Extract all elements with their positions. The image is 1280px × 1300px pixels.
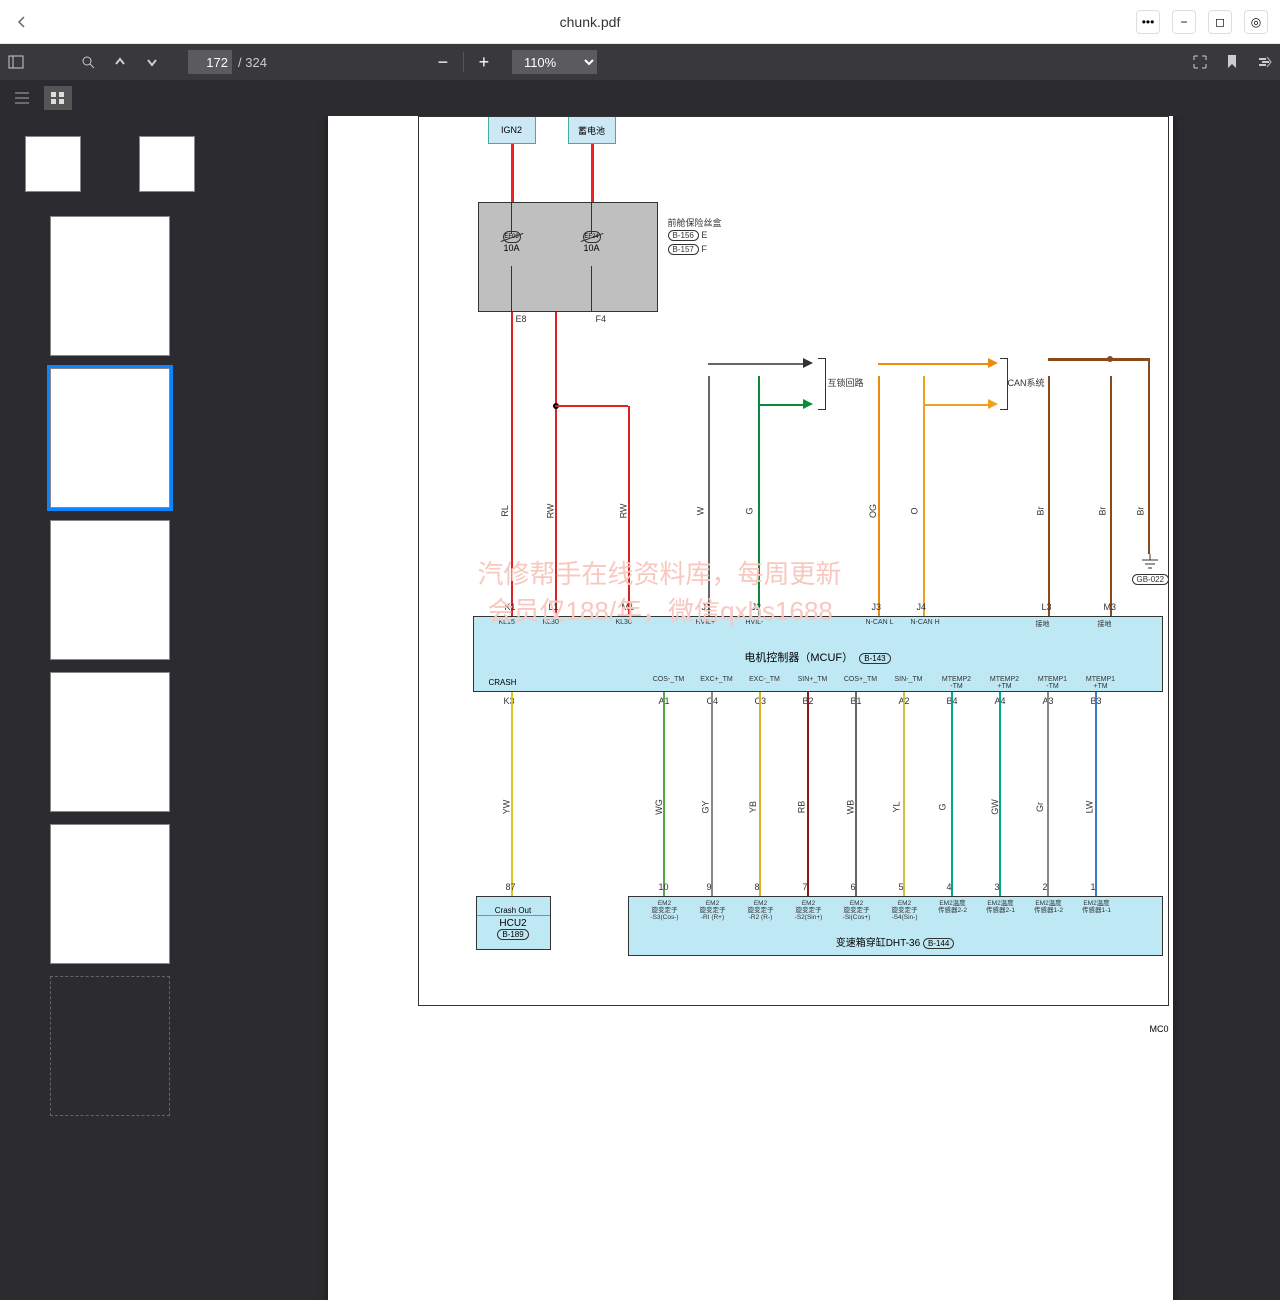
- document-title: chunk.pdf: [44, 14, 1136, 30]
- zoom-out-button[interactable]: −: [427, 46, 459, 78]
- battery-box: 蓄电池: [568, 116, 616, 144]
- pdf-toolbar: / 324 − + 110%: [0, 44, 1280, 80]
- hcu2-box: Crash Out HCU2 B-189: [476, 896, 551, 950]
- presentation-button[interactable]: [1184, 46, 1216, 78]
- fuse-box: EF0810A EF2410A: [478, 202, 658, 312]
- minimize-button[interactable]: −: [1172, 10, 1196, 34]
- window-titlebar: chunk.pdf ••• − ◻ ◎: [0, 0, 1280, 44]
- view-mode-bar: [0, 80, 1280, 116]
- thumbnail-current[interactable]: [50, 368, 170, 508]
- thumbnail[interactable]: [25, 136, 81, 192]
- thumbnail[interactable]: [50, 672, 170, 812]
- page-total: / 324: [238, 55, 267, 70]
- main-area: IGN2蓄电池 EF0810A EF2410A 前舱保险丝盒B-156 EB-1…: [0, 116, 1280, 1300]
- page-up-button[interactable]: [104, 46, 136, 78]
- wiring-diagram: IGN2蓄电池 EF0810A EF2410A 前舱保险丝盒B-156 EB-1…: [328, 116, 1173, 1036]
- page-down-button[interactable]: [136, 46, 168, 78]
- maximize-button[interactable]: ◻: [1208, 10, 1232, 34]
- target-button[interactable]: ◎: [1244, 10, 1268, 34]
- thumbnail-loading[interactable]: [50, 976, 170, 1116]
- pdf-page: IGN2蓄电池 EF0810A EF2410A 前舱保险丝盒B-156 EB-1…: [328, 116, 1173, 1300]
- sidebar-toggle[interactable]: [0, 46, 32, 78]
- tools-button[interactable]: [1248, 46, 1280, 78]
- thumbnail[interactable]: [50, 216, 170, 356]
- zoom-select[interactable]: 110%: [512, 50, 597, 74]
- bookmark-button[interactable]: [1216, 46, 1248, 78]
- thumbnail[interactable]: [139, 136, 195, 192]
- thumbnail[interactable]: [50, 824, 170, 964]
- find-button[interactable]: [72, 46, 104, 78]
- page-number-input[interactable]: [188, 50, 232, 74]
- ign2-box: IGN2: [488, 116, 536, 144]
- zoom-in-button[interactable]: +: [468, 46, 500, 78]
- grid-view-button[interactable]: [44, 86, 72, 110]
- thumbnail[interactable]: [50, 520, 170, 660]
- back-button[interactable]: [0, 16, 44, 28]
- pdf-viewer[interactable]: IGN2蓄电池 EF0810A EF2410A 前舱保险丝盒B-156 EB-1…: [220, 116, 1280, 1300]
- thumbnail-sidebar[interactable]: [0, 116, 220, 1300]
- more-button[interactable]: •••: [1136, 10, 1160, 34]
- list-view-button[interactable]: [8, 86, 36, 110]
